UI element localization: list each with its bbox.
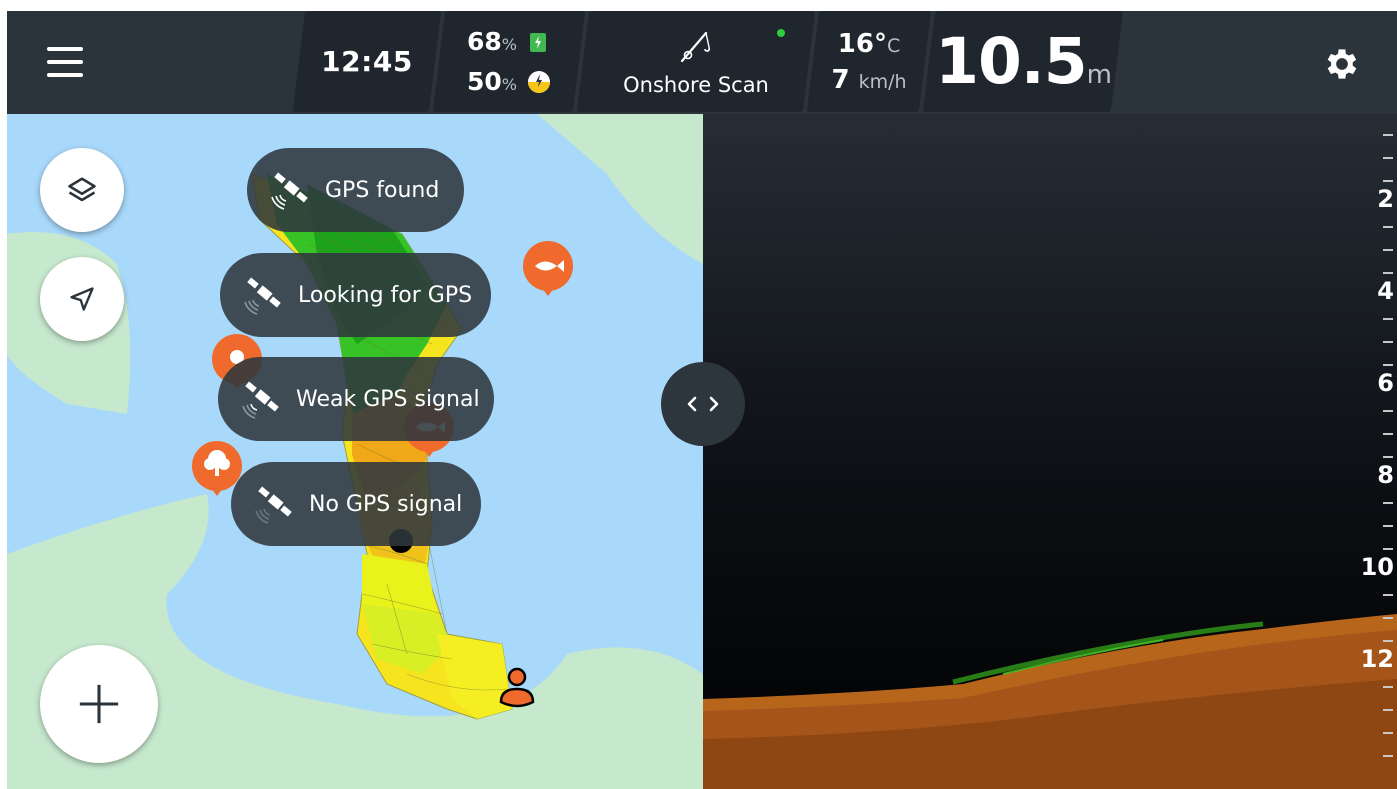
device-battery-value: 50% bbox=[467, 67, 517, 96]
gps-status-label: Weak GPS signal bbox=[296, 386, 480, 412]
depth-scale-tick bbox=[1383, 272, 1393, 274]
depth-panel: 10.5m bbox=[929, 11, 1117, 112]
mode-label: Onshore Scan bbox=[623, 72, 769, 97]
depth-scale-tick bbox=[1383, 157, 1393, 159]
gps-status-label: GPS found bbox=[325, 177, 440, 203]
depth-scale-label: 12 bbox=[1360, 645, 1394, 673]
depth-scale-tick bbox=[1383, 594, 1393, 596]
phone-battery-value: 68% bbox=[467, 27, 517, 56]
depth-scale-tick bbox=[1383, 640, 1393, 642]
wind-speed: 7 km/h bbox=[831, 64, 907, 95]
depth-scale-label: 2 bbox=[1377, 185, 1394, 213]
water-temperature: 16°C bbox=[837, 28, 901, 59]
chevron-left-right-icon bbox=[687, 396, 719, 412]
hamburger-menu-icon[interactable] bbox=[47, 47, 83, 77]
gps-status-looking[interactable]: Looking for GPS bbox=[220, 253, 491, 337]
satellite-icon bbox=[242, 381, 279, 419]
battery-panel: 68% 50% bbox=[439, 11, 579, 112]
device-battery-icon bbox=[528, 70, 550, 93]
depth-scale-tick bbox=[1383, 249, 1393, 251]
depth-scale-tick bbox=[1383, 617, 1393, 619]
depth-scale-tick bbox=[1383, 525, 1393, 527]
depth-scale-tick bbox=[1383, 686, 1393, 688]
depth-scale-tick bbox=[1383, 456, 1393, 458]
top-status-bar: 12:45 68% 50% Onshore Scan 16°C 7 km/h 1… bbox=[7, 11, 1397, 114]
gps-status-found[interactable]: GPS found bbox=[247, 148, 464, 232]
depth-scale-tick bbox=[1383, 180, 1393, 182]
satellite-icon bbox=[271, 172, 308, 210]
fishing-rod-icon bbox=[680, 31, 711, 62]
sonar-view: 2 4 6 8 10 12 bbox=[703, 114, 1397, 789]
depth-readout: 10.5m bbox=[935, 25, 1112, 98]
depth-scale: 2 4 6 8 10 12 bbox=[1361, 114, 1397, 789]
depth-scale-tick bbox=[1383, 318, 1393, 320]
depth-scale-tick bbox=[1383, 364, 1393, 366]
add-button[interactable] bbox=[40, 645, 158, 763]
depth-scale-label: 8 bbox=[1377, 461, 1394, 489]
depth-scale-tick bbox=[1383, 341, 1393, 343]
gps-status-weak[interactable]: Weak GPS signal bbox=[218, 357, 494, 441]
depth-scale-tick bbox=[1383, 433, 1393, 435]
navigation-button[interactable] bbox=[40, 257, 124, 341]
clock-time: 12:45 bbox=[321, 45, 413, 78]
depth-scale-tick bbox=[1383, 709, 1393, 711]
app-window: 12:45 68% 50% Onshore Scan 16°C 7 km/h 1… bbox=[7, 11, 1397, 789]
depth-scale-label: 4 bbox=[1377, 277, 1394, 305]
layers-icon bbox=[68, 177, 96, 202]
time-panel: 12:45 bbox=[299, 11, 435, 112]
navigation-arrow-icon bbox=[70, 287, 94, 311]
depth-scale-tick bbox=[1383, 134, 1393, 136]
device-battery-row: 50% bbox=[467, 62, 551, 102]
depth-scale-tick bbox=[1383, 410, 1393, 412]
depth-scale-tick bbox=[1383, 502, 1393, 504]
depth-scale-tick bbox=[1383, 755, 1393, 757]
gps-status-none[interactable]: No GPS signal bbox=[231, 462, 481, 546]
phone-battery-icon bbox=[530, 32, 546, 52]
phone-battery-row: 68% bbox=[467, 22, 547, 62]
depth-scale-label: 10 bbox=[1360, 553, 1394, 581]
depth-scale-tick bbox=[1383, 548, 1393, 550]
gear-icon[interactable] bbox=[1322, 44, 1362, 84]
sonar-canvas bbox=[703, 114, 1397, 789]
gps-status-label: Looking for GPS bbox=[298, 282, 473, 308]
weather-panel: 16°C 7 km/h bbox=[813, 11, 925, 112]
depth-scale-label: 6 bbox=[1377, 369, 1394, 397]
plus-icon bbox=[79, 684, 119, 724]
depth-scale-tick bbox=[1383, 226, 1393, 228]
connection-status-dot bbox=[777, 29, 785, 37]
satellite-icon bbox=[244, 277, 281, 315]
split-view-toggle[interactable] bbox=[661, 362, 745, 446]
satellite-icon bbox=[255, 486, 292, 524]
layers-button[interactable] bbox=[40, 148, 124, 232]
depth-scale-tick bbox=[1383, 732, 1393, 734]
gps-status-label: No GPS signal bbox=[309, 491, 463, 517]
mode-panel[interactable]: Onshore Scan bbox=[583, 11, 809, 112]
map-view[interactable]: GPS found Looking for GPS Weak GPS signa… bbox=[7, 114, 703, 789]
